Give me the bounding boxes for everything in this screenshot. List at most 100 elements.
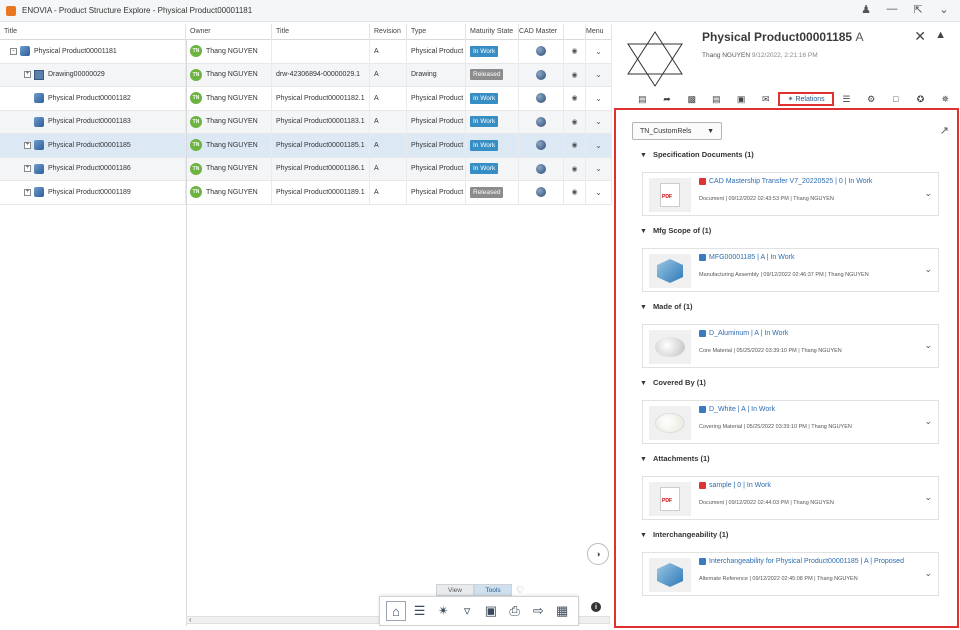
info-icon[interactable]: i: [591, 602, 601, 612]
tab-view[interactable]: View: [436, 584, 474, 596]
chevron-down-icon[interactable]: ⌄: [595, 94, 602, 103]
eye-icon[interactable]: ◉: [571, 188, 577, 196]
relation-card[interactable]: CAD Mastership Transfer V7_20220525 | 0 …: [642, 172, 939, 216]
chevron-down-icon[interactable]: ⌄: [938, 3, 950, 16]
collapse-triangle-icon[interactable]: ▼: [640, 456, 647, 463]
table-row[interactable]: Physical Product00001183 TN Thang NGUYEN Ph…: [0, 110, 612, 134]
collapse-triangle-icon[interactable]: ▼: [640, 228, 647, 235]
chevron-down-icon[interactable]: ⌄: [924, 188, 932, 199]
list-view-icon[interactable]: ☰: [410, 601, 430, 621]
helmet-icon[interactable]: ◑: [587, 543, 609, 565]
chevron-down-icon[interactable]: ⌄: [924, 416, 932, 427]
eye-icon[interactable]: ◉: [571, 47, 577, 55]
expand-toggle-icon[interactable]: +: [24, 188, 31, 196]
column-header-owner[interactable]: Owner: [186, 24, 272, 40]
relation-link[interactable]: D_White | A | In Work: [699, 406, 775, 413]
cell-title[interactable]: Physical Product00001183: [0, 110, 186, 133]
gear-icon[interactable]: ⚙: [859, 92, 884, 106]
expand-toggle-icon[interactable]: +: [24, 71, 31, 79]
relation-link[interactable]: Interchangeability for Physical Product0…: [699, 558, 904, 565]
eye-icon[interactable]: ◉: [571, 71, 577, 79]
cell-title[interactable]: + Physical Product00001185: [0, 134, 186, 157]
table-settings-icon[interactable]: ▦: [552, 601, 572, 621]
table-row[interactable]: + Physical Product00001189 TN Thang NGUYEN P…: [0, 181, 612, 205]
network-icon[interactable]: ✵: [933, 92, 958, 106]
section-header[interactable]: ▼ Specification Documents (1): [640, 150, 754, 159]
column-header-title[interactable]: Title: [0, 24, 186, 40]
table-row[interactable]: Physical Product00001182 TN Thang NGUYEN Ph…: [0, 87, 612, 111]
expand-toggle-icon[interactable]: -: [10, 47, 17, 55]
export-icon[interactable]: ⇨: [528, 601, 548, 621]
properties-icon[interactable]: ▤: [630, 92, 655, 106]
relation-link[interactable]: sample | 0 | In Work: [699, 482, 771, 489]
collapse-triangle-icon[interactable]: ▼: [640, 152, 647, 159]
eye-icon[interactable]: ◉: [571, 141, 577, 149]
chevron-down-icon[interactable]: ⌄: [924, 568, 932, 579]
relation-card[interactable]: D_Aluminum | A | In Work Core Material | …: [642, 324, 939, 368]
popout-icon[interactable]: ↗: [940, 124, 949, 137]
column-header-title-2[interactable]: Title: [272, 24, 370, 40]
filter-icon[interactable]: ▿: [457, 601, 477, 621]
relation-link[interactable]: MFG00001185 | A | In Work: [699, 254, 794, 261]
cell-title[interactable]: + Physical Product00001189: [0, 181, 186, 204]
relation-link[interactable]: D_Aluminum | A | In Work: [699, 330, 788, 337]
home-icon[interactable]: ⌂: [385, 601, 406, 621]
collapse-triangle-icon[interactable]: ▼: [640, 532, 647, 539]
section-header[interactable]: ▼ Mfg Scope of (1): [640, 226, 711, 235]
maturity-badge[interactable]: Released: [470, 69, 504, 81]
maturity-badge[interactable]: In Work: [470, 116, 499, 128]
table-row[interactable]: - Physical Product00001181 TN Thang NGUYEN A…: [0, 40, 612, 64]
maturity-badge[interactable]: In Work: [470, 92, 499, 104]
checklist-icon[interactable]: ☰: [834, 92, 859, 106]
relation-card[interactable]: MFG00001185 | A | In Work Manufacturing A…: [642, 248, 939, 292]
close-icon[interactable]: ✕: [914, 28, 926, 45]
chevron-down-icon[interactable]: ⌄: [924, 492, 932, 503]
table-row[interactable]: + Drawing00000029 TN Thang NGUYEN drw-423068…: [0, 63, 612, 87]
share-icon[interactable]: ➦: [655, 92, 680, 106]
chevron-down-icon[interactable]: ⌄: [924, 340, 932, 351]
scroll-left-icon[interactable]: ‹: [189, 615, 192, 624]
collapse-triangle-icon[interactable]: ▼: [640, 380, 647, 387]
chevron-down-icon[interactable]: ⌄: [595, 47, 602, 56]
tab-tools[interactable]: Tools: [474, 584, 512, 596]
chevron-down-icon[interactable]: ⌄: [595, 188, 602, 197]
chevron-down-icon[interactable]: ⌄: [595, 117, 602, 126]
relation-card[interactable]: D_White | A | In Work Covering Material |…: [642, 400, 939, 444]
eye-icon[interactable]: ◉: [571, 118, 577, 126]
attachment-icon[interactable]: ✪: [908, 92, 933, 106]
collapse-triangle-icon[interactable]: ▼: [640, 304, 647, 311]
maturity-badge[interactable]: In Work: [470, 139, 499, 151]
users-icon[interactable]: ♟: [860, 3, 872, 16]
column-header-menu[interactable]: Menu: [586, 24, 612, 40]
column-header-maturity[interactable]: Maturity State: [466, 24, 519, 40]
relation-link[interactable]: CAD Mastership Transfer V7_20220525 | 0 …: [699, 178, 872, 185]
relations-filter-select[interactable]: TN_CustomRels ▼: [632, 122, 722, 140]
section-header[interactable]: ▼ Interchangeability (1): [640, 530, 728, 539]
chevron-down-icon[interactable]: ⌄: [595, 164, 602, 173]
route-icon[interactable]: ▣: [729, 92, 754, 106]
favorite-icon[interactable]: ♡: [516, 584, 524, 596]
cell-title[interactable]: + Drawing00000029: [0, 63, 186, 86]
maturity-badge[interactable]: In Work: [470, 163, 499, 175]
cell-title[interactable]: - Physical Product00001181: [0, 40, 186, 63]
minimize-button[interactable]: —: [886, 3, 898, 16]
section-header[interactable]: ▼ Covered By (1): [640, 378, 706, 387]
cell-title[interactable]: Physical Product00001182: [0, 87, 186, 110]
files-icon[interactable]: □: [884, 92, 909, 106]
expand-toggle-icon[interactable]: +: [24, 165, 31, 173]
eye-icon[interactable]: ◉: [571, 94, 577, 102]
eye-icon[interactable]: ◉: [571, 165, 577, 173]
section-header[interactable]: ▼ Made of (1): [640, 302, 693, 311]
maturity-badge[interactable]: Released: [470, 186, 504, 198]
relation-card[interactable]: sample | 0 | In Work Document | 09/12/202…: [642, 476, 939, 520]
section-header[interactable]: ▼ Attachments (1): [640, 454, 710, 463]
collapse-icon[interactable]: ▲: [935, 29, 946, 41]
explore-icon[interactable]: ▣: [481, 601, 501, 621]
relations-tab[interactable]: ✴ Relations: [778, 92, 835, 106]
chevron-down-icon[interactable]: ⌄: [924, 264, 932, 275]
column-header-cad-master[interactable]: CAD Master: [519, 24, 564, 40]
cell-title[interactable]: + Physical Product00001186: [0, 157, 186, 180]
document-icon[interactable]: ▤: [704, 92, 729, 106]
maturity-badge[interactable]: In Work: [470, 45, 499, 57]
id-card-icon[interactable]: ▩: [679, 92, 704, 106]
